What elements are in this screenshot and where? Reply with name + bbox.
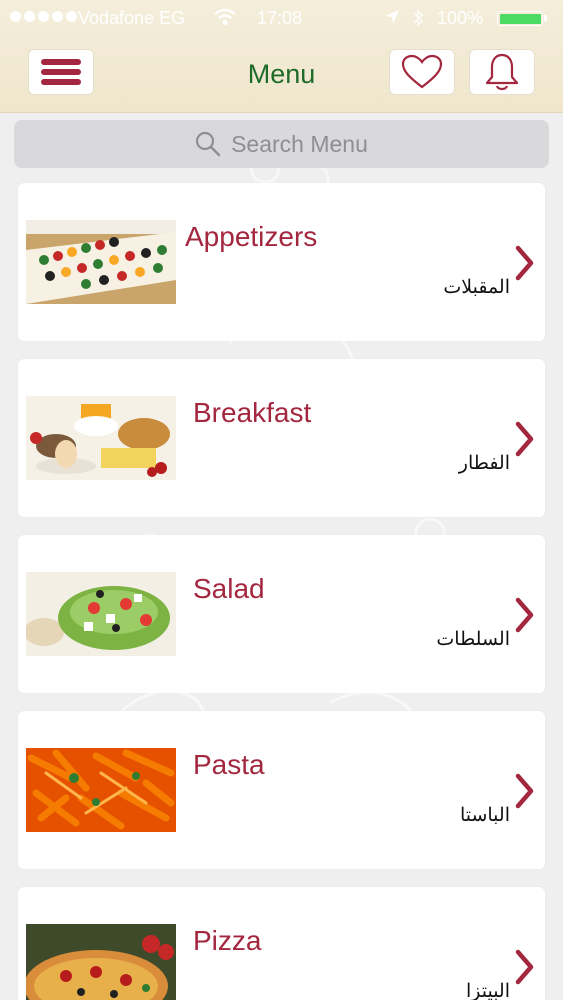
bell-icon (485, 53, 519, 91)
appetizers-image (26, 220, 176, 304)
notifications-button[interactable] (469, 49, 535, 95)
category-title-arabic: السلطات (436, 628, 510, 650)
battery-percent: 100% (437, 8, 484, 28)
carrier-name: Vodafone EG (78, 8, 186, 28)
breakfast-image (26, 396, 176, 480)
category-title: Pasta (193, 749, 265, 780)
wifi-icon (213, 8, 237, 31)
heart-icon (401, 54, 443, 89)
pasta-image (26, 748, 176, 832)
bluetooth-icon (412, 8, 424, 33)
category-item-pasta[interactable]: Pasta الباستا (18, 711, 545, 869)
chevron-right-icon (515, 773, 534, 809)
status-bar: Vodafone EG 17:08 100% (0, 0, 563, 38)
category-title-arabic: البيتزا (465, 980, 510, 1000)
category-item-appetizers[interactable]: Appetizers المقبلات (18, 183, 545, 341)
category-item-pizza[interactable]: Pizza البيتزا (18, 887, 545, 1000)
favorites-button[interactable] (389, 49, 455, 95)
location-arrow-icon (384, 8, 400, 31)
top-bar: Vodafone EG 17:08 100% Menu (0, 0, 563, 113)
search-icon (195, 131, 221, 157)
signal-strength-icon (10, 11, 77, 22)
category-title: Pizza (193, 925, 262, 956)
category-title: Breakfast (193, 397, 312, 428)
category-item-breakfast[interactable]: Breakfast الفطار (18, 359, 545, 517)
category-title: Salad (193, 573, 265, 604)
category-item-salad[interactable]: Salad السلطات (18, 535, 545, 693)
chevron-right-icon (515, 949, 534, 985)
category-title: Appetizers (185, 221, 318, 252)
chevron-right-icon (515, 245, 534, 281)
category-title-arabic: الفطار (458, 452, 510, 474)
search-input[interactable]: Search Menu (14, 120, 549, 168)
category-title-arabic: الباستا (459, 804, 510, 826)
chevron-right-icon (515, 421, 534, 457)
chevron-right-icon (515, 597, 534, 633)
battery-icon (497, 11, 547, 26)
clock: 17:08 (257, 8, 303, 28)
search-placeholder: Search Menu (231, 130, 368, 157)
salad-image (26, 572, 176, 656)
category-title-arabic: المقبلات (443, 276, 510, 298)
pizza-image (26, 924, 176, 1000)
